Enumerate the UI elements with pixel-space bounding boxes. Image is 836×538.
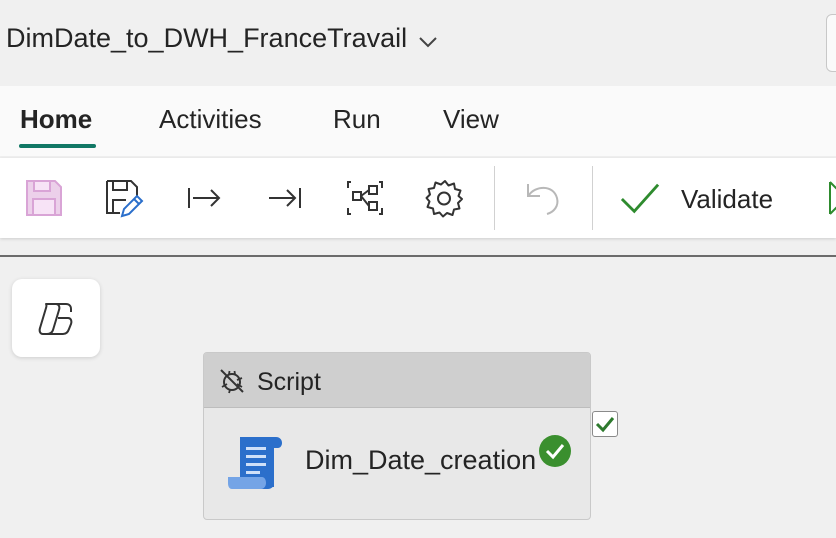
script-activity-card[interactable]: Script Dim_Date_creation — [203, 352, 591, 520]
activity-type-label: Script — [257, 368, 321, 396]
activity-name: Dim_Date_creation — [305, 445, 537, 475]
activity-select-checkbox[interactable] — [592, 411, 618, 437]
canvas-divider — [0, 255, 836, 257]
tab-view[interactable]: View — [443, 104, 499, 135]
activity-header: Script — [204, 353, 590, 408]
deactivated-activity-icon — [218, 367, 246, 400]
tab-activities[interactable]: Activities — [159, 104, 262, 135]
toolbar-divider — [592, 166, 593, 230]
ribbon-tabs: Home Activities Run View — [0, 86, 836, 156]
pipeline-title[interactable]: DimDate_to_DWH_FranceTravail — [6, 23, 407, 54]
copilot-icon — [38, 303, 73, 335]
save-icon[interactable] — [24, 178, 64, 218]
success-status-icon — [538, 434, 572, 468]
run-icon[interactable] — [826, 178, 836, 218]
toolbar-divider — [494, 166, 495, 230]
settings-icon[interactable] — [425, 178, 465, 218]
undo-icon[interactable] — [523, 178, 563, 218]
run-start-icon[interactable] — [184, 178, 224, 218]
chevron-down-icon[interactable] — [416, 30, 440, 54]
run-end-icon[interactable] — [265, 178, 305, 218]
tab-run[interactable]: Run — [333, 104, 381, 135]
title-right-control[interactable] — [826, 14, 836, 72]
checkmark-icon — [595, 417, 615, 433]
tab-home[interactable]: Home — [20, 104, 92, 135]
validate-check-icon[interactable] — [620, 178, 660, 218]
active-tab-indicator — [19, 144, 96, 148]
validate-button[interactable]: Validate — [681, 184, 773, 215]
save-as-edit-icon[interactable] — [104, 178, 144, 218]
title-bar: DimDate_to_DWH_FranceTravail — [0, 0, 836, 86]
copilot-button[interactable] — [12, 279, 100, 357]
node-map-icon[interactable] — [345, 178, 385, 218]
script-icon — [226, 433, 284, 496]
